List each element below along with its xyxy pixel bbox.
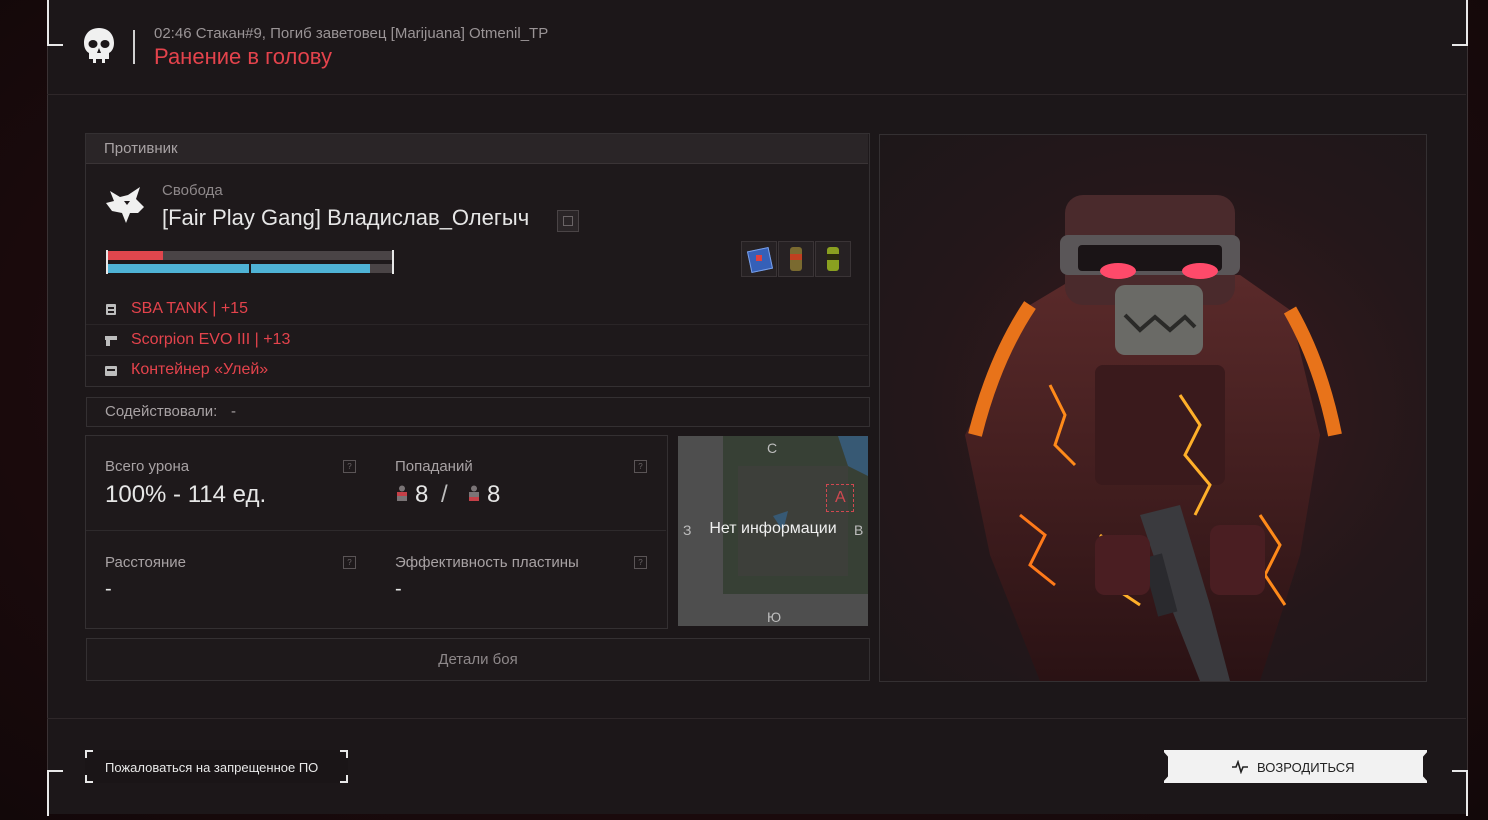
- container-icon: [105, 366, 117, 376]
- compass-north: С: [767, 440, 778, 456]
- item-label: Scorpion EVO III | +13: [131, 331, 291, 348]
- death-cause: Ранение в голову: [154, 44, 332, 69]
- enemy-section-header: Противник: [86, 134, 868, 164]
- plate-efficiency-value: -: [395, 578, 402, 600]
- body-hit-icon: [469, 485, 479, 501]
- frame-corner: [47, 770, 63, 816]
- battle-details-label: Детали боя: [438, 651, 518, 668]
- heartbeat-icon: [1232, 760, 1248, 774]
- item-row-armor: SBA TANK | +15: [86, 294, 868, 325]
- hits-separator: /: [441, 481, 448, 508]
- enemy-section-label: Противник: [104, 140, 178, 157]
- wolf-faction-icon: [106, 187, 144, 223]
- item-label: SBA TANK | +15: [131, 300, 248, 317]
- frame-corner: [1452, 770, 1468, 816]
- stimulant-icon: [815, 241, 851, 277]
- enemy-character-render: [879, 134, 1427, 682]
- battle-details-button[interactable]: Детали боя: [86, 638, 870, 681]
- assist-value: -: [231, 403, 236, 420]
- report-cheater-button[interactable]: Пожаловаться на запрещенное ПО: [85, 750, 348, 783]
- assist-row: Содействовали: -: [86, 397, 870, 427]
- armor-bar: [106, 264, 393, 273]
- item-label: Контейнер «Улей»: [131, 361, 269, 378]
- health-bar: [106, 251, 393, 260]
- armor-bar-divider: [249, 264, 251, 273]
- enemy-player-name: [Fair Play Gang] Владислав_Олегыч: [162, 205, 530, 230]
- help-icon[interactable]: ?: [634, 460, 647, 473]
- help-icon[interactable]: ?: [343, 460, 356, 473]
- health-bar-fill: [106, 251, 163, 260]
- total-damage-value: 100% - 114 ед.: [105, 481, 267, 508]
- energy-drink-icon: [778, 241, 814, 277]
- gun-icon: [105, 336, 117, 346]
- compass-south: Ю: [767, 609, 782, 625]
- minimap-no-info: Нет информации: [709, 520, 837, 537]
- help-icon[interactable]: ?: [634, 556, 647, 569]
- armored-soldier-image: [965, 195, 1342, 681]
- skull-icon: [84, 28, 114, 63]
- body-hit-icon: [397, 485, 407, 501]
- armor-icon: [106, 304, 116, 315]
- distance-value: -: [105, 578, 112, 600]
- report-cheater-label: Пожаловаться на запрещенное ПО: [105, 760, 319, 775]
- copy-name-icon[interactable]: [557, 210, 579, 232]
- total-damage-label: Всего урона: [105, 458, 190, 475]
- enemy-faction: Свобода: [162, 182, 223, 199]
- zone-marker: А: [826, 484, 854, 512]
- kill-log-text: 02:46 Стакан#9, Погиб заветовец [Marijua…: [154, 25, 549, 42]
- assist-label: Содействовали:: [105, 403, 218, 420]
- bar-tick: [106, 250, 108, 274]
- footer-divider: [47, 718, 1466, 719]
- respawn-label: ВОЗРОДИТЬСЯ: [1257, 760, 1355, 775]
- item-row-container: Контейнер «Улей»: [86, 355, 868, 385]
- distance-label: Расстояние: [105, 554, 187, 571]
- hits-value-a: 8: [415, 481, 429, 508]
- respawn-button[interactable]: ВОЗРОДИТЬСЯ: [1162, 750, 1429, 783]
- minimap: С Ю З В А Нет информации: [678, 436, 868, 626]
- hits-label: Попаданий: [395, 458, 473, 475]
- hits-value-b: 8: [487, 481, 501, 508]
- armor-bar-fill: [106, 264, 370, 273]
- first-aid-kit-icon: [741, 241, 777, 277]
- item-row-weapon: Scorpion EVO III | +13: [86, 325, 868, 356]
- stats-divider: [86, 530, 666, 531]
- header-separator: [133, 30, 135, 64]
- bar-tick: [392, 250, 394, 274]
- help-icon[interactable]: ?: [343, 556, 356, 569]
- plate-efficiency-label: Эффективность пластины: [395, 554, 579, 571]
